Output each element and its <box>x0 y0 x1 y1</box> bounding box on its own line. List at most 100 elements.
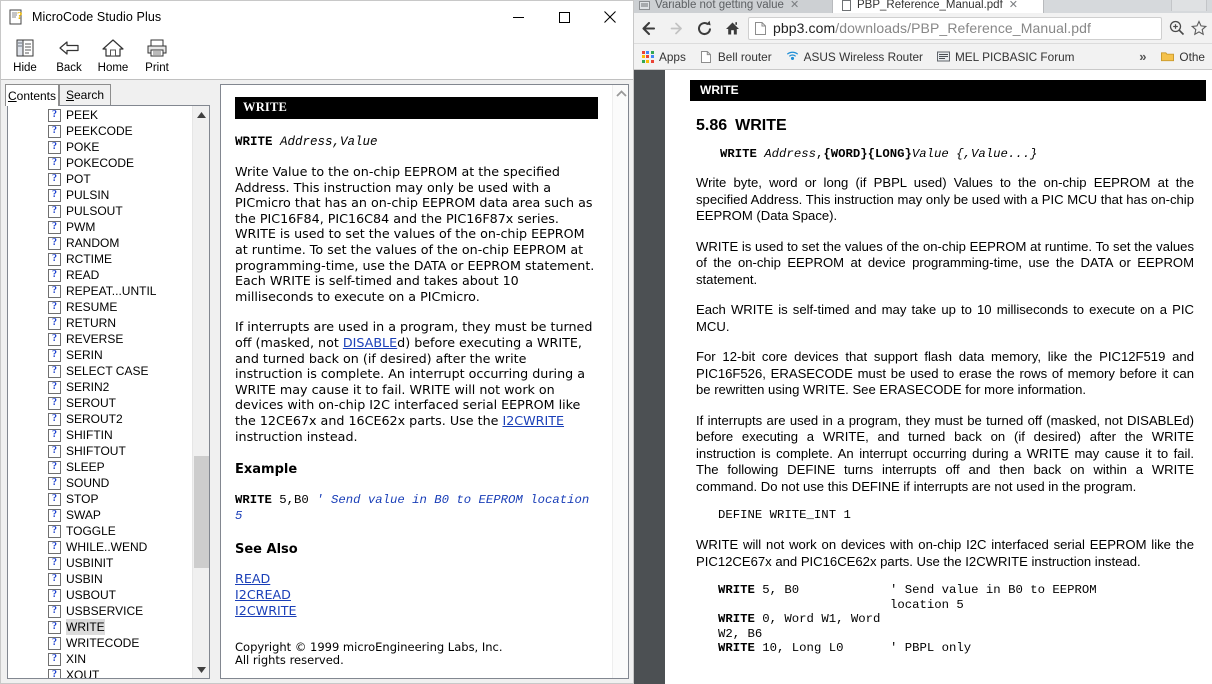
tree-item-label: USBSERVICE <box>66 603 143 619</box>
maximize-icon[interactable] <box>541 1 587 33</box>
tree-item[interactable]: XOUT <box>8 667 192 678</box>
browser-tab-inactive[interactable]: Variable not getting value ✕ <box>634 0 835 13</box>
star-icon[interactable] <box>1188 13 1210 44</box>
tree-item-label: POKECODE <box>66 155 134 171</box>
tree-item[interactable]: USBINIT <box>8 555 192 571</box>
tree-item[interactable]: PULSIN <box>8 187 192 203</box>
back-button[interactable]: Back <box>47 33 91 79</box>
bookmark-asus-router[interactable]: ASUS Wireless Router <box>779 44 930 70</box>
tree-item[interactable]: SEROUT <box>8 395 192 411</box>
zoom-in-icon[interactable] <box>1166 13 1188 44</box>
tree-scrollbar[interactable] <box>192 106 209 678</box>
tree-item-label: RETURN <box>66 315 116 331</box>
tree-item[interactable]: POKE <box>8 139 192 155</box>
help-document-content: WRITE WRITE Address,Value Write Value to… <box>221 85 612 667</box>
tree-item[interactable]: WRITECODE <box>8 635 192 651</box>
tree-item[interactable]: SERIN <box>8 347 192 363</box>
browser-tab-active[interactable]: PBP_Reference_Manual.pdf ✕ <box>832 0 1044 13</box>
scroll-down-icon[interactable] <box>193 661 210 678</box>
print-button[interactable]: Print <box>135 33 179 79</box>
tree-item[interactable]: PWM <box>8 219 192 235</box>
link-i2cread[interactable]: I2CREAD <box>235 587 291 602</box>
bookmarks-bar: Apps Bell router ASUS Wireless Router <box>634 44 1212 70</box>
tree-item[interactable]: SHIFTIN <box>8 427 192 443</box>
help-window-title: MicroCode Studio Plus <box>32 10 495 24</box>
tree-item[interactable]: SELECT CASE <box>8 363 192 379</box>
help-topic-icon <box>48 669 61 679</box>
address-bar[interactable]: pbp3.com/downloads/PBP_Reference_Manual.… <box>748 17 1162 40</box>
new-tab-icon[interactable] <box>1171 0 1207 11</box>
help-document-scrollbar[interactable] <box>612 85 628 678</box>
tree-item[interactable]: SWAP <box>8 507 192 523</box>
tree-item[interactable]: REVERSE <box>8 331 192 347</box>
tree-item[interactable]: WHILE..WEND <box>8 539 192 555</box>
address-bar-text: pbp3.com/downloads/PBP_Reference_Manual.… <box>773 20 1091 36</box>
tree-item[interactable]: USBIN <box>8 571 192 587</box>
link-i2cwrite[interactable]: I2CWRITE <box>235 603 297 618</box>
contents-tree[interactable]: PEEKPEEKCODEPOKEPOKECODEPOTPULSINPULSOUT… <box>8 106 192 678</box>
close-icon[interactable] <box>587 1 633 33</box>
bookmark-mel-forum[interactable]: MEL PICBASIC Forum <box>930 44 1082 70</box>
home-icon[interactable] <box>718 13 746 44</box>
tree-item[interactable]: STOP <box>8 491 192 507</box>
tree-item[interactable]: READ <box>8 267 192 283</box>
pdf-syntax-keyword: WRITE <box>720 147 757 161</box>
reload-icon[interactable] <box>690 13 718 44</box>
pdf-example-0-kw: WRITE <box>718 583 755 597</box>
home-button[interactable]: Home <box>91 33 135 79</box>
tree-item[interactable]: RCTIME <box>8 251 192 267</box>
tree-item[interactable]: RANDOM <box>8 235 192 251</box>
bookmark-bell-router[interactable]: Bell router <box>693 44 779 70</box>
back-arrow-icon[interactable] <box>634 13 662 44</box>
tree-item[interactable]: PEEK <box>8 107 192 123</box>
tree-item[interactable]: SEROUT2 <box>8 411 192 427</box>
help-body: Contents Search PEEKPEEKCODEPOKEPOKECODE… <box>1 80 633 683</box>
link-i2cwrite-inline[interactable]: I2CWRITE <box>502 413 564 428</box>
tree-item[interactable]: POT <box>8 171 192 187</box>
tree-item[interactable]: SERIN2 <box>8 379 192 395</box>
minimize-icon[interactable] <box>495 1 541 33</box>
tree-item[interactable]: PULSOUT <box>8 203 192 219</box>
tree-item[interactable]: SHIFTOUT <box>8 443 192 459</box>
scroll-up-icon[interactable] <box>193 106 210 123</box>
help-topic-icon <box>48 125 61 138</box>
tab-contents[interactable]: Contents <box>5 84 59 106</box>
tree-item-label: SEROUT2 <box>66 411 123 427</box>
tree-item-label: SEROUT <box>66 395 116 411</box>
help-topic-icon <box>48 413 61 426</box>
tree-item[interactable]: USBOUT <box>8 587 192 603</box>
hide-button[interactable]: Hide <box>3 33 47 79</box>
tree-item[interactable]: RETURN <box>8 315 192 331</box>
bookmark-apps[interactable]: Apps <box>634 44 693 70</box>
tree-scroll-thumb[interactable] <box>194 456 209 568</box>
tree-item[interactable]: REPEAT...UNTIL <box>8 283 192 299</box>
tree-item[interactable]: SOUND <box>8 475 192 491</box>
forward-arrow-icon[interactable] <box>662 13 690 44</box>
tree-item[interactable]: POKECODE <box>8 155 192 171</box>
link-disable[interactable]: DISABLE <box>343 335 397 350</box>
pdf-viewer[interactable]: WRITE 5.86WRITE WRITE Address,{WORD}{LON… <box>634 70 1212 684</box>
close-tab-icon[interactable]: ✕ <box>790 0 799 11</box>
tree-item[interactable]: RESUME <box>8 299 192 315</box>
tree-item[interactable]: USBSERVICE <box>8 603 192 619</box>
help-topic-icon <box>48 637 61 650</box>
bookmark-other-folder[interactable]: Othe <box>1154 44 1212 70</box>
doc-scroll-up-icon[interactable] <box>613 85 629 102</box>
close-tab-icon-active[interactable]: ✕ <box>1009 0 1018 11</box>
tab-search[interactable]: Search <box>59 84 111 105</box>
help-topic-icon <box>48 301 61 314</box>
pdf-section-heading: 5.86WRITE <box>696 117 1194 135</box>
tree-item[interactable]: WRITE <box>8 619 192 635</box>
pdf-example-0-args: 5, B0 <box>755 583 799 597</box>
bookmarks-overflow-icon[interactable]: » <box>1131 49 1154 64</box>
tree-item[interactable]: SLEEP <box>8 459 192 475</box>
tree-item[interactable]: PEEKCODE <box>8 123 192 139</box>
tab-contents-label: ontents <box>17 89 56 103</box>
help-syntax-line: WRITE Address,Value <box>235 135 598 149</box>
help-titlebar[interactable]: ? MicroCode Studio Plus <box>1 1 633 33</box>
tree-item[interactable]: TOGGLE <box>8 523 192 539</box>
tree-item-label: REVERSE <box>66 331 123 347</box>
tree-item[interactable]: XIN <box>8 651 192 667</box>
link-read[interactable]: READ <box>235 571 270 586</box>
forum-icon <box>937 50 950 63</box>
